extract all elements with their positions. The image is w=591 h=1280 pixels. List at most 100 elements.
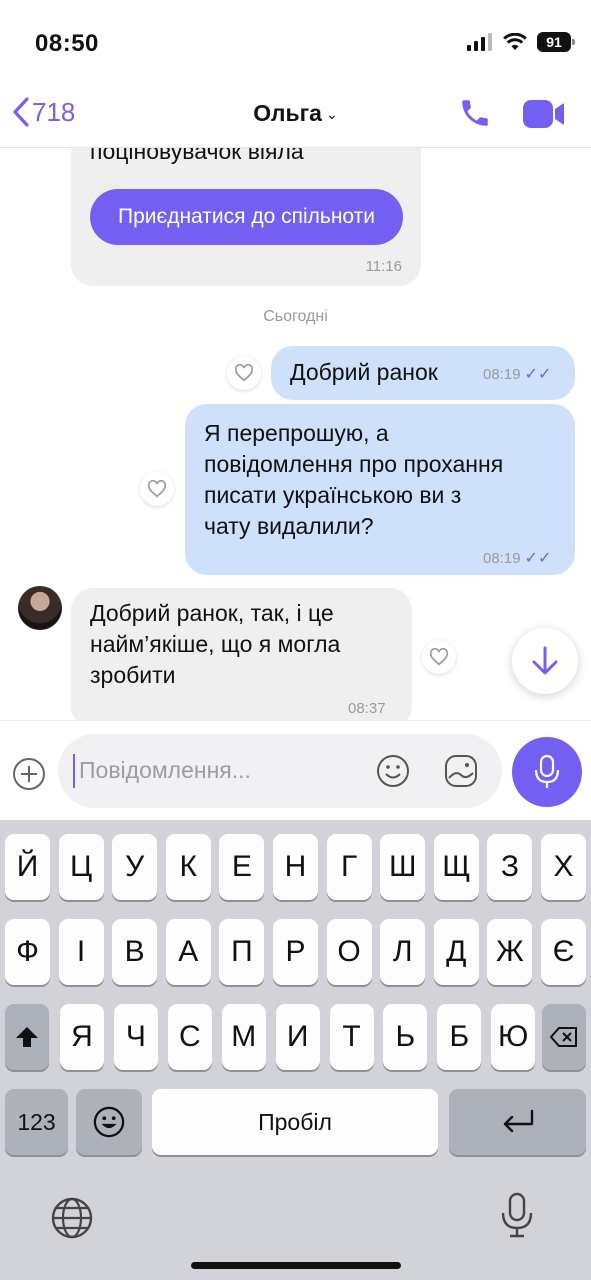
heart-icon <box>147 480 167 498</box>
outgoing-message: Я перепрошую, а повідомлення про проханн… <box>185 404 575 575</box>
chevron-down-icon: ⌄ <box>325 106 338 123</box>
status-time: 08:50 <box>35 30 99 57</box>
key-ж[interactable]: Ж <box>487 919 533 985</box>
message-line: повідомлення про прохання <box>204 451 504 477</box>
key-л[interactable]: Л <box>380 919 426 985</box>
key-є[interactable]: Є <box>541 919 586 985</box>
key-б[interactable]: Б <box>437 1004 482 1070</box>
key-я[interactable]: Я <box>60 1004 104 1070</box>
key-й[interactable]: Й <box>5 834 50 900</box>
onscreen-keyboard: ЙЦУКЕНГШЩЗХ ФІВАПРОЛДЖЄ ЯЧСМИТЬБЮ 123 Пр… <box>0 820 591 1280</box>
return-key[interactable] <box>449 1089 586 1155</box>
message-input-placeholder: Повідомлення... <box>79 757 251 783</box>
contact-avatar[interactable] <box>18 586 62 630</box>
status-bar: 08:50 91 <box>0 0 591 84</box>
message-line: зробити <box>90 662 176 688</box>
voice-message-button[interactable] <box>512 737 582 807</box>
arrow-down-icon <box>532 646 558 675</box>
voice-call-button[interactable] <box>458 96 492 135</box>
shift-arrow-icon <box>16 1027 38 1047</box>
composer: Повідомлення... <box>0 720 591 820</box>
like-button[interactable] <box>140 472 174 506</box>
key-з[interactable]: З <box>487 834 533 900</box>
sticker-icon <box>445 755 477 787</box>
text-caret <box>73 754 75 788</box>
chat-header: 718 Ольга ⌄ <box>0 84 591 148</box>
key-х[interactable]: Х <box>541 834 586 900</box>
key-ц[interactable]: Ц <box>58 834 104 900</box>
message-list[interactable]: поціновувачок віяла 11:16 Приєднатися до… <box>0 148 591 720</box>
message-time: 08:19 ✓✓ <box>483 548 551 568</box>
battery-icon: 91 <box>537 32 575 52</box>
like-button[interactable] <box>422 640 456 674</box>
key-ю[interactable]: Ю <box>491 1004 536 1070</box>
message-text: Добрий ранок <box>290 359 438 385</box>
shift-key[interactable] <box>5 1004 49 1070</box>
heart-icon <box>234 364 254 382</box>
globe-icon <box>51 1197 93 1239</box>
date-separator: Сьогодні <box>263 308 328 325</box>
like-button[interactable] <box>227 356 261 390</box>
attach-button[interactable] <box>12 757 46 796</box>
scroll-to-bottom-button[interactable] <box>512 628 578 694</box>
smiley-icon <box>93 1106 125 1138</box>
key-с[interactable]: С <box>167 1004 212 1070</box>
video-call-button[interactable] <box>522 98 566 135</box>
message-line: писати українською ви з <box>204 482 462 508</box>
key-г[interactable]: Г <box>326 834 372 900</box>
incoming-message: Добрий ранок, так, і це найм’якіше, що я… <box>71 588 412 720</box>
read-ticks-icon: ✓✓ <box>524 550 552 567</box>
key-н[interactable]: Н <box>273 834 318 900</box>
key-р[interactable]: Р <box>273 919 318 985</box>
message-line: найм’якіше, що я могла <box>90 631 341 657</box>
key-т[interactable]: Т <box>329 1004 374 1070</box>
message-line: Я перепрошую, а <box>204 420 389 446</box>
key-а[interactable]: А <box>165 919 211 985</box>
message-line: чату видалили? <box>204 513 374 539</box>
dictation-button[interactable] <box>500 1192 534 1243</box>
key-щ[interactable]: Щ <box>433 834 479 900</box>
key-м[interactable]: М <box>221 1004 266 1070</box>
contact-name: Ольга <box>253 100 322 126</box>
plus-circle-icon <box>13 758 45 790</box>
key-е[interactable]: Е <box>219 834 265 900</box>
key-ь[interactable]: Ь <box>383 1004 428 1070</box>
numbers-key[interactable]: 123 <box>5 1089 68 1155</box>
message-text: поціновувачок віяла <box>90 148 304 164</box>
smiley-icon <box>377 755 409 787</box>
wifi-icon <box>503 33 527 50</box>
message-time: 08:19 ✓✓ <box>483 364 551 384</box>
language-switch-button[interactable] <box>50 1196 94 1245</box>
message-time: 08:37 <box>348 700 386 717</box>
phone-icon <box>462 100 488 126</box>
microphone-icon <box>501 1192 533 1238</box>
emoji-button[interactable] <box>376 754 410 793</box>
key-в[interactable]: В <box>112 919 158 985</box>
key-о[interactable]: О <box>326 919 372 985</box>
key-и[interactable]: И <box>275 1004 320 1070</box>
space-key[interactable]: Пробіл <box>152 1089 438 1155</box>
key-п[interactable]: П <box>219 919 265 985</box>
key-ф[interactable]: Ф <box>5 919 50 985</box>
message-input[interactable]: Повідомлення... <box>58 734 502 808</box>
microphone-icon <box>534 754 560 788</box>
key-ш[interactable]: Ш <box>380 834 426 900</box>
read-ticks-icon: ✓✓ <box>524 366 552 383</box>
join-community-button[interactable]: Приєднатися до спільноти <box>90 189 403 245</box>
key-у[interactable]: У <box>112 834 158 900</box>
status-icons: 91 <box>467 32 575 52</box>
contact-name-button[interactable]: Ольга ⌄ <box>0 100 591 127</box>
key-д[interactable]: Д <box>433 919 479 985</box>
cellular-signal-icon <box>467 33 492 51</box>
backspace-key[interactable] <box>542 1004 586 1070</box>
message-time-text: 08:19 <box>483 366 521 383</box>
video-camera-icon <box>523 100 564 128</box>
key-ч[interactable]: Ч <box>113 1004 158 1070</box>
return-icon <box>503 1109 533 1133</box>
sticker-button[interactable] <box>444 754 478 793</box>
key-к[interactable]: К <box>165 834 211 900</box>
key-і[interactable]: І <box>58 919 104 985</box>
home-indicator <box>191 1262 401 1269</box>
backspace-icon <box>550 1027 577 1047</box>
emoji-keyboard-key[interactable] <box>76 1089 142 1155</box>
